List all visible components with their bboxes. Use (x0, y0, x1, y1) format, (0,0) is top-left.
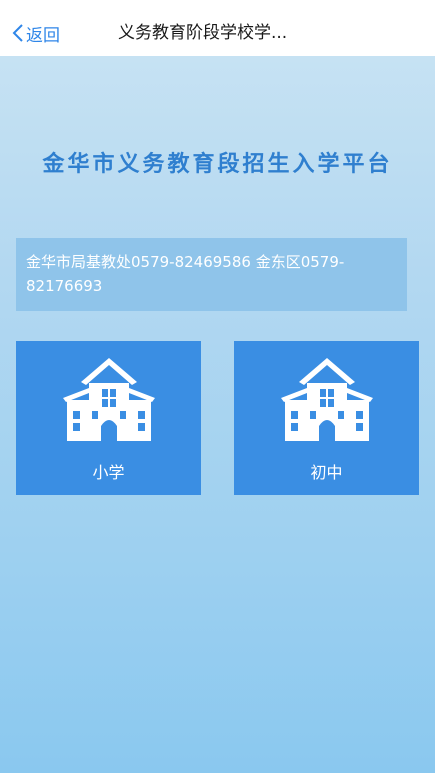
school-building-icon (281, 358, 373, 441)
platform-title: 金华市义务教育段招生入学平台 (42, 152, 393, 177)
primary-school-tile[interactable]: 小学 (16, 341, 201, 495)
tile-label-primary: 小学 (92, 463, 125, 482)
tile-label-junior: 初中 (310, 463, 343, 482)
chevron-left-icon (12, 24, 23, 42)
school-building-icon (63, 358, 155, 441)
navigation-bar: 返回 义务教育阶段学校学... (0, 0, 435, 56)
page-title: 义务教育阶段学校学... (118, 23, 288, 43)
main-content: 金华市义务教育段招生入学平台 金华市局基教处0579-82469586 金东区0… (0, 56, 435, 773)
contact-notice: 金华市局基教处0579-82469586 金东区0579-82176693 (16, 238, 407, 311)
back-button[interactable]: 返回 (12, 21, 60, 46)
junior-high-tile[interactable]: 初中 (234, 341, 419, 495)
back-label: 返回 (26, 25, 60, 46)
